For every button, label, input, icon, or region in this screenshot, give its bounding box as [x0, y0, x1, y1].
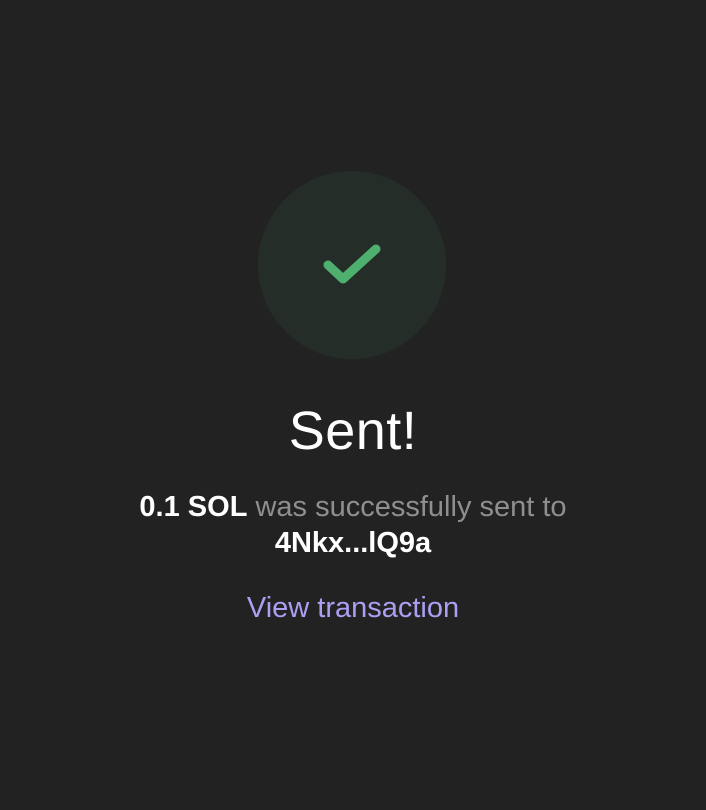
view-transaction-link[interactable]: View transaction	[0, 590, 706, 626]
message-text: was successfully sent to	[255, 491, 567, 523]
recipient-address: 4Nkx...lQ9a	[274, 527, 432, 559]
send-success-screen: Sent! 0.1 SOL was successfully sent to 4…	[0, 0, 706, 810]
success-badge	[258, 171, 446, 359]
sent-amount: 0.1 SOL	[139, 491, 248, 523]
checkmark-icon	[323, 244, 381, 284]
message-line-1: 0.1 SOL was successfully sent to	[0, 489, 706, 525]
page-title: Sent!	[288, 401, 418, 461]
success-message: 0.1 SOL was successfully sent to 4Nkx...…	[0, 489, 706, 561]
